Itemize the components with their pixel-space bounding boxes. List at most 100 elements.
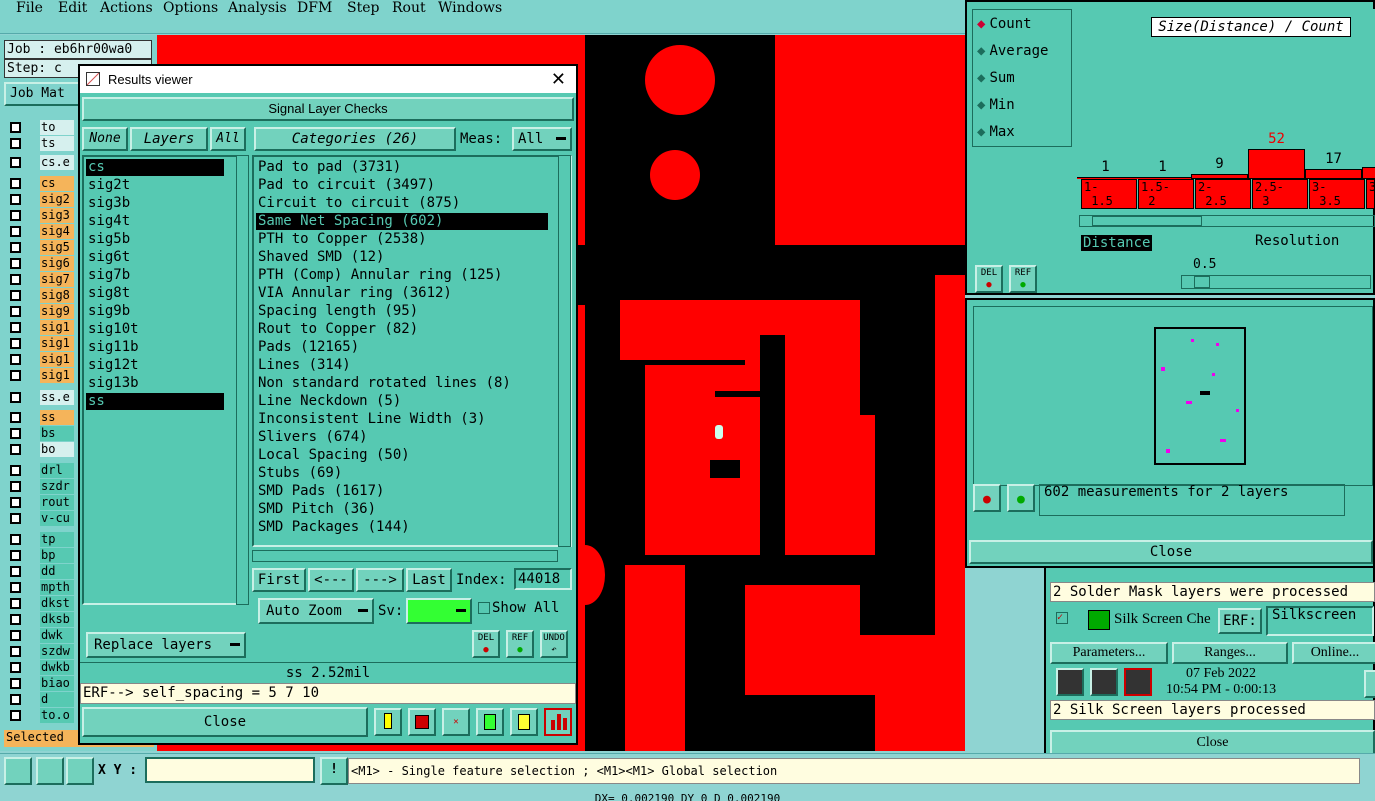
layer-list-item[interactable]: sig11b (86, 339, 224, 356)
range-cell[interactable]: 2- 2.5 (1195, 179, 1251, 209)
menu-analysis[interactable]: Analysis (227, 0, 288, 16)
all-button[interactable]: All (210, 127, 246, 151)
layer-row[interactable]: szdr (8, 479, 74, 494)
grid-icon[interactable] (66, 757, 94, 785)
range-cell[interactable]: 2.5- 3 (1252, 179, 1308, 209)
layer-checkbox[interactable] (10, 226, 21, 237)
layer-list-item[interactable]: sig12t (86, 357, 224, 374)
layer-list-item[interactable]: sig4t (86, 213, 224, 230)
layer-row[interactable]: ss (8, 410, 74, 425)
alert-icon[interactable]: ! (320, 757, 348, 785)
layer-row[interactable]: v-cu (8, 511, 74, 526)
report-icon[interactable] (476, 708, 504, 736)
layer-row[interactable]: sig8 (8, 288, 74, 303)
layer-row[interactable]: sig1 (8, 320, 74, 335)
layer-checkbox[interactable] (10, 465, 21, 476)
stat-option[interactable]: ◆ Count (977, 16, 1032, 32)
category-item[interactable]: Pad to circuit (3497) (256, 177, 548, 194)
stop-icon[interactable] (1124, 668, 1152, 696)
layer-row[interactable]: sig4 (8, 224, 74, 239)
zoom-icon[interactable] (1364, 670, 1375, 698)
auto-zoom-dropdown[interactable]: Auto Zoom (258, 598, 374, 624)
erf-button[interactable]: ERF: (1218, 608, 1262, 634)
layer-row[interactable]: dwk (8, 628, 74, 643)
layer-checkbox[interactable] (10, 412, 21, 423)
layer-list-item[interactable]: sig6t (86, 249, 224, 266)
meas-dropdown[interactable]: All (512, 127, 572, 151)
layer-row[interactable]: dwkb (8, 660, 74, 675)
layer-row[interactable]: cs (8, 176, 74, 191)
layer-checkbox[interactable] (10, 428, 21, 439)
range-cell[interactable]: 1.5- 2 (1138, 179, 1194, 209)
ref-button[interactable]: REF ● (506, 630, 534, 658)
notes-icon[interactable] (510, 708, 538, 736)
layer-checkbox[interactable] (10, 550, 21, 561)
replace-layers-dropdown[interactable]: Replace layers (86, 632, 246, 658)
layer-row[interactable]: biao (8, 676, 74, 691)
layer-row[interactable]: ss.e (8, 390, 74, 405)
overview-del-button[interactable]: ● (973, 484, 1001, 512)
job-matrix-button[interactable]: Job Mat (4, 82, 84, 106)
layer-checkbox[interactable] (10, 534, 21, 545)
last-button[interactable]: Last (406, 568, 452, 592)
layer-row[interactable]: to (8, 120, 74, 135)
online-button[interactable]: Online... (1292, 642, 1375, 664)
range-cell[interactable]: 3- 3.5 (1309, 179, 1365, 209)
layer-row[interactable]: sig1 (8, 368, 74, 383)
stat-option[interactable]: ◆ Average (977, 43, 1048, 59)
category-item[interactable]: VIA Annular ring (3612) (256, 285, 548, 302)
category-item[interactable]: PTH to Copper (2538) (256, 231, 548, 248)
ranges-button[interactable]: Ranges... (1172, 642, 1288, 664)
menu-step[interactable]: Step (346, 0, 380, 16)
layer-list-item[interactable]: sig9b (86, 303, 224, 320)
close-icon[interactable]: ✕ (551, 66, 566, 93)
hist-ref-button[interactable]: REF ● (1009, 265, 1037, 293)
layer-row[interactable]: tp (8, 532, 74, 547)
range-cell[interactable]: 3 (1366, 179, 1375, 209)
stat-option[interactable]: ◆ Min (977, 97, 1015, 113)
histogram-close-button[interactable]: Close (969, 540, 1373, 564)
layer-list-item[interactable]: ss (86, 393, 224, 410)
layer-checkbox[interactable] (10, 646, 21, 657)
menu-edit[interactable]: Edit (57, 0, 88, 16)
menu-options[interactable]: Options (162, 0, 219, 16)
layer-row[interactable]: ts (8, 136, 74, 151)
layer-checkbox[interactable] (10, 513, 21, 524)
layer-checkbox[interactable] (10, 258, 21, 269)
category-item[interactable]: Spacing length (95) (256, 303, 548, 320)
layer-row[interactable]: sig3 (8, 208, 74, 223)
layer-list-item[interactable]: sig2t (86, 177, 224, 194)
erf-value[interactable]: Silkscreen (1266, 606, 1374, 636)
layer-checkbox[interactable] (10, 497, 21, 508)
layer-row[interactable]: sig6 (8, 256, 74, 271)
layer-list-item[interactable]: sig8t (86, 285, 224, 302)
layer-row[interactable]: drl (8, 463, 74, 478)
parameters-button[interactable]: Parameters... (1050, 642, 1168, 664)
layer-row[interactable]: sig9 (8, 304, 74, 319)
layer-checkbox[interactable] (10, 210, 21, 221)
category-item[interactable]: Inconsistent Line Width (3) (256, 411, 548, 428)
layer-row[interactable]: sig1 (8, 336, 74, 351)
histogram-bar[interactable] (1248, 149, 1305, 179)
category-item[interactable]: Line Neckdown (5) (256, 393, 548, 410)
undo-button[interactable]: UNDO ↶ (540, 630, 568, 658)
category-item[interactable]: SMD Pitch (36) (256, 501, 548, 518)
category-item[interactable]: Circuit to circuit (875) (256, 195, 548, 212)
measure-icon[interactable] (36, 757, 64, 785)
menu-file[interactable]: File (15, 0, 44, 16)
distance-label[interactable]: Distance (1081, 235, 1153, 251)
overview-ref-button[interactable]: ● (1007, 484, 1035, 512)
filter-icon[interactable] (408, 708, 436, 736)
layer-checkbox[interactable] (10, 662, 21, 673)
layer-checkbox[interactable] (10, 694, 21, 705)
layer-checkbox[interactable] (10, 630, 21, 641)
next-button[interactable]: ---> (356, 568, 404, 592)
layer-checkbox[interactable] (10, 582, 21, 593)
category-item[interactable]: Rout to Copper (82) (256, 321, 548, 338)
layer-row[interactable]: sig5 (8, 240, 74, 255)
prev-button[interactable]: <--- (308, 568, 354, 592)
category-item[interactable]: Non standard rotated lines (8) (256, 375, 548, 392)
layer-checkbox[interactable] (10, 354, 21, 365)
layer-checkbox[interactable] (10, 338, 21, 349)
layer-checkbox[interactable] (10, 274, 21, 285)
